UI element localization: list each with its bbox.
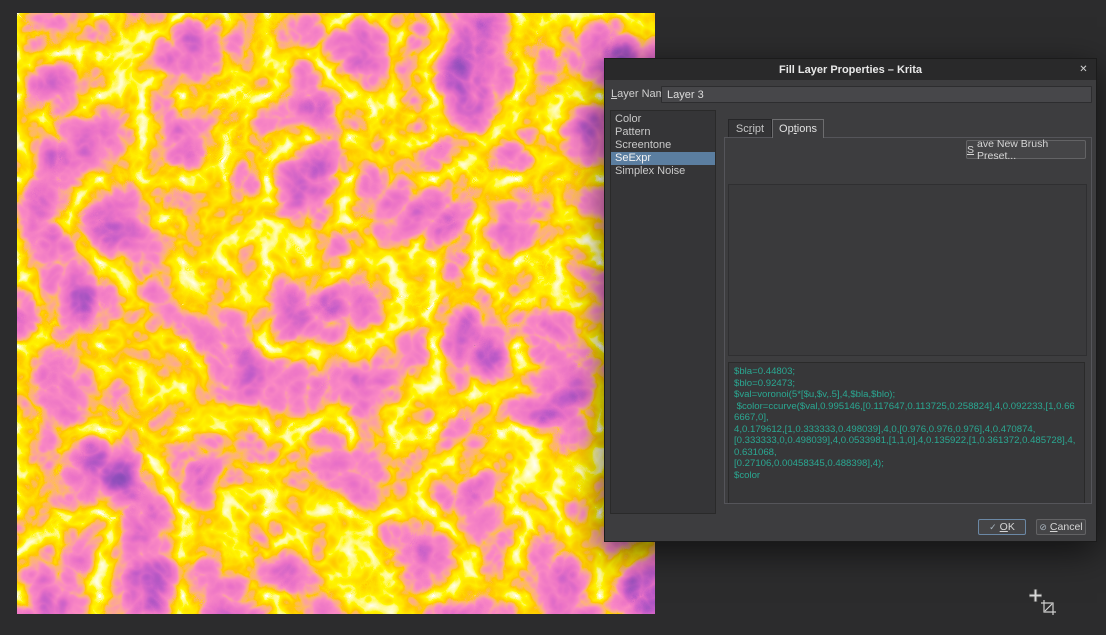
canvas-seexpr-fill-layer[interactable]	[17, 13, 655, 614]
cancel-circle-icon: ⊘	[1039, 522, 1047, 533]
fill-layer-properties-dialog: Fill Layer Properties – Krita ✕ Layer Na…	[604, 58, 1097, 542]
variables-frame	[728, 184, 1087, 356]
layer-name-input[interactable]	[661, 86, 1092, 103]
ok-button[interactable]: ✓ OK	[978, 519, 1026, 535]
generator-list[interactable]: Color Pattern Screentone SeExpr Simplex …	[610, 110, 716, 514]
cancel-button-label: Cancel	[1050, 521, 1083, 533]
dialog-title: Fill Layer Properties – Krita	[779, 64, 922, 76]
cancel-button[interactable]: ⊘ Cancel	[1036, 519, 1086, 535]
tab-options[interactable]: Options	[772, 119, 824, 138]
list-item-simplex-noise[interactable]: Simplex Noise	[611, 165, 715, 178]
close-icon[interactable]: ✕	[1076, 62, 1091, 77]
list-item-seexpr[interactable]: SeExpr	[611, 152, 715, 165]
list-item-color[interactable]: Color	[611, 113, 715, 126]
list-item-pattern[interactable]: Pattern	[611, 126, 715, 139]
voronoi-noise-pattern	[17, 13, 655, 614]
transform-tool-cursor-icon	[1040, 599, 1057, 616]
list-item-screentone[interactable]: Screentone	[611, 139, 715, 152]
check-icon: ✓	[989, 522, 997, 533]
ok-button-label: OK	[1000, 521, 1015, 533]
krita-application-window: Fill Layer Properties – Krita ✕ Layer Na…	[0, 0, 1106, 635]
dialog-titlebar[interactable]: Fill Layer Properties – Krita	[605, 59, 1096, 80]
tab-script[interactable]: Script	[728, 119, 772, 137]
